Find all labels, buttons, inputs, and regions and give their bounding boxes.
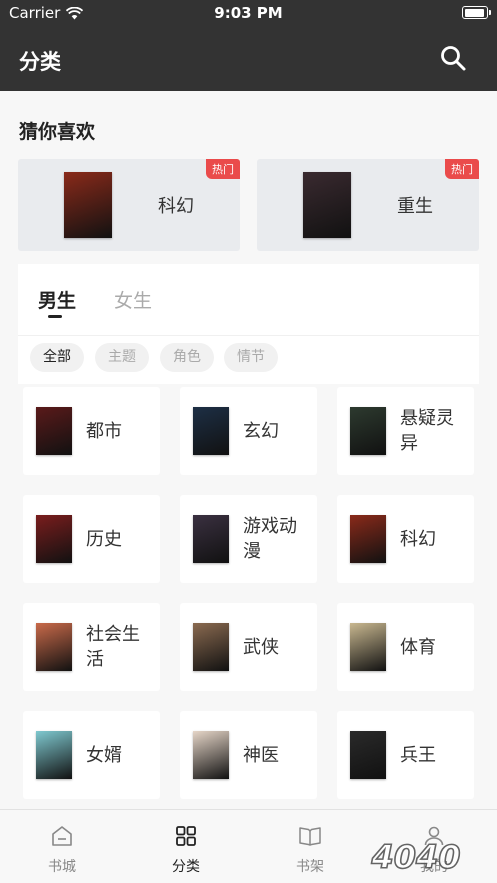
category-card[interactable]: 兵王 bbox=[337, 711, 474, 799]
tabbar-item-category[interactable]: 分类 bbox=[124, 810, 248, 883]
book-icon bbox=[299, 827, 321, 846]
category-label: 都市 bbox=[86, 420, 122, 442]
clock: 9:03 PM bbox=[214, 4, 283, 22]
category-label: 社会生活 bbox=[86, 624, 140, 670]
home-icon bbox=[52, 826, 72, 846]
main-content: 猜你喜欢 科幻 热门 重生 热门 男生 女生 全部 主题 角色 情节 都市 玄幻… bbox=[0, 91, 497, 809]
filter-chip-role[interactable]: 角色 bbox=[160, 343, 214, 372]
category-label: 体育 bbox=[400, 636, 436, 658]
filter-chip-theme[interactable]: 主题 bbox=[95, 343, 149, 372]
grid-icon bbox=[176, 826, 196, 846]
battery-icon bbox=[462, 6, 491, 19]
category-label: 历史 bbox=[86, 528, 122, 550]
category-card[interactable]: 玄幻 bbox=[180, 387, 317, 475]
filter-chip-plot[interactable]: 情节 bbox=[224, 343, 278, 372]
category-label: 悬疑灵异 bbox=[400, 408, 454, 454]
category-card[interactable]: 武侠 bbox=[180, 603, 317, 691]
book-cover bbox=[193, 623, 229, 671]
watermark-logo: 4040 bbox=[370, 837, 462, 877]
hot-badge: 热门 bbox=[206, 159, 240, 179]
tabbar-label: 分类 bbox=[172, 859, 200, 875]
watermark-text: 4040 bbox=[370, 838, 460, 876]
book-cover bbox=[36, 731, 72, 779]
book-cover bbox=[36, 623, 72, 671]
book-cover bbox=[193, 407, 229, 455]
tab-male[interactable]: 男生 bbox=[38, 286, 76, 313]
tab-indicator bbox=[48, 315, 62, 318]
status-bar: Carrier 9:03 PM bbox=[0, 0, 497, 26]
nav-bar: 分类 bbox=[0, 26, 497, 91]
book-cover bbox=[303, 172, 351, 238]
category-card[interactable]: 科幻 bbox=[337, 495, 474, 583]
category-card[interactable]: 社会生活 bbox=[23, 603, 160, 691]
search-icon[interactable] bbox=[439, 44, 467, 72]
hot-card-label: 科幻 bbox=[158, 196, 194, 217]
book-cover bbox=[350, 515, 386, 563]
guess-section-title: 猜你喜欢 bbox=[19, 121, 96, 143]
category-label: 游戏动漫 bbox=[243, 516, 297, 562]
book-cover bbox=[36, 407, 72, 455]
hot-card-scifi[interactable]: 科幻 热门 bbox=[18, 159, 240, 251]
hot-badge: 热门 bbox=[445, 159, 479, 179]
page-title: 分类 bbox=[19, 50, 61, 74]
book-cover bbox=[193, 731, 229, 779]
filter-chip-all[interactable]: 全部 bbox=[30, 343, 84, 372]
category-card[interactable]: 悬疑灵异 bbox=[337, 387, 474, 475]
category-card[interactable]: 都市 bbox=[23, 387, 160, 475]
book-cover bbox=[64, 172, 112, 238]
divider bbox=[18, 335, 479, 336]
hot-card-label: 重生 bbox=[397, 196, 433, 217]
category-card[interactable]: 女婿 bbox=[23, 711, 160, 799]
tabbar-label: 书城 bbox=[48, 859, 76, 875]
book-cover bbox=[350, 407, 386, 455]
category-label: 科幻 bbox=[400, 528, 436, 550]
tabbar-item-bookstore[interactable]: 书城 bbox=[0, 810, 124, 883]
hot-card-rebirth[interactable]: 重生 热门 bbox=[257, 159, 479, 251]
category-card[interactable]: 体育 bbox=[337, 603, 474, 691]
category-card[interactable]: 游戏动漫 bbox=[180, 495, 317, 583]
category-label: 神医 bbox=[243, 744, 279, 766]
book-cover bbox=[350, 731, 386, 779]
tab-female[interactable]: 女生 bbox=[114, 286, 152, 313]
book-cover bbox=[193, 515, 229, 563]
book-cover bbox=[350, 623, 386, 671]
category-card[interactable]: 神医 bbox=[180, 711, 317, 799]
book-cover bbox=[36, 515, 72, 563]
category-label: 兵王 bbox=[400, 744, 436, 766]
category-label: 女婿 bbox=[86, 744, 122, 766]
category-label: 武侠 bbox=[243, 636, 279, 658]
category-card[interactable]: 历史 bbox=[23, 495, 160, 583]
filter-panel: 男生 女生 全部 主题 角色 情节 bbox=[18, 264, 479, 384]
category-label: 玄幻 bbox=[243, 420, 279, 442]
